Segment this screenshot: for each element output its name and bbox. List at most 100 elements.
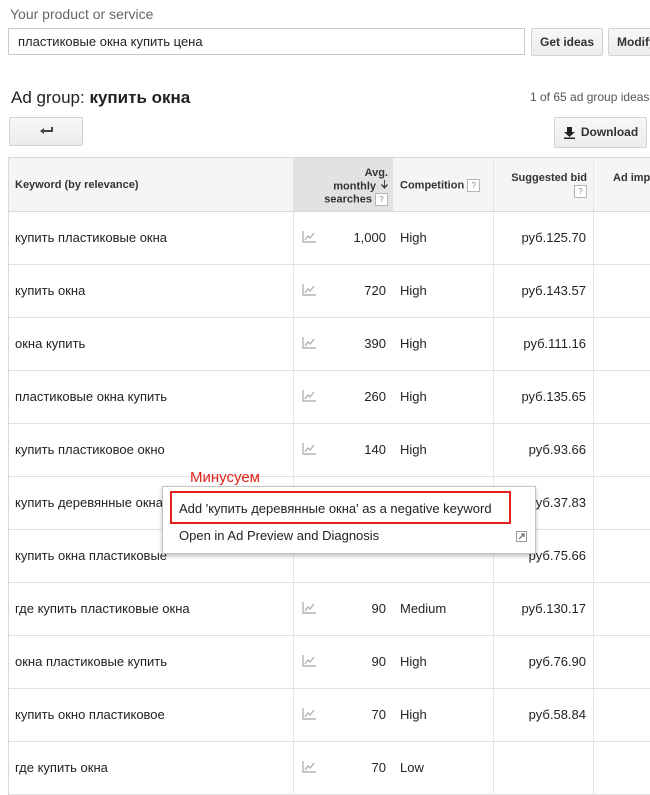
trend-chart-icon[interactable]	[302, 761, 316, 773]
ad-impr-cell	[593, 477, 650, 529]
header-volume-line2: monthly	[333, 180, 376, 193]
header-volume-line2-row: monthly	[293, 180, 388, 193]
keyword-cell[interactable]: где купить окна	[9, 742, 293, 794]
ad-impr-cell	[593, 265, 650, 317]
help-icon[interactable]: ?	[574, 185, 587, 198]
header-competition-label: Competition	[400, 179, 465, 192]
volume-cell: 70	[293, 689, 393, 741]
trend-chart-icon[interactable]	[302, 390, 316, 402]
help-icon[interactable]: ?	[467, 179, 481, 192]
trend-chart-icon[interactable]	[302, 655, 316, 667]
keyword-cell[interactable]: купить окно пластиковое	[9, 689, 293, 741]
volume-value: 90	[371, 654, 386, 669]
annotation-label: Минусуем	[190, 469, 260, 486]
trend-chart-icon[interactable]	[302, 337, 316, 349]
keyword-cell[interactable]: купить окна	[9, 265, 293, 317]
ad-impr-cell	[593, 742, 650, 794]
table-row[interactable]: купить пластиковое окно 140 High руб.93.66	[9, 424, 650, 477]
adgroup-title: Ad group: купить окна	[11, 88, 190, 108]
adgroup-name: купить окна	[89, 88, 191, 107]
trend-chart-icon[interactable]	[302, 284, 316, 296]
table-row[interactable]: где купить окна 70 Low	[9, 742, 650, 795]
sort-down-icon	[381, 180, 388, 193]
product-search-input[interactable]	[8, 28, 525, 55]
competition-cell: High	[400, 654, 427, 669]
competition-cell: High	[400, 707, 427, 722]
ad-impr-cell	[593, 212, 650, 264]
trend-chart-icon[interactable]	[302, 602, 316, 614]
modify-button[interactable]: Modify	[608, 28, 650, 56]
volume-value: 70	[371, 760, 386, 775]
suggested-bid-cell: руб.143.57	[493, 265, 593, 317]
volume-cell: 140	[293, 424, 393, 476]
adgroup-prefix: Ad group:	[11, 88, 90, 107]
header-competition[interactable]: Competition?	[393, 158, 493, 211]
keyword-cell[interactable]: пластиковые окна купить	[9, 371, 293, 423]
competition-cell: High	[400, 336, 427, 351]
volume-value: 390	[364, 336, 386, 351]
menu-open-ad-preview[interactable]: Open in Ad Preview and Diagnosis	[179, 528, 379, 543]
volume-cell: 70	[293, 742, 393, 794]
volume-value: 70	[371, 707, 386, 722]
volume-cell: 90	[293, 583, 393, 635]
product-label: Your product or service	[10, 6, 154, 22]
suggested-bid-cell: руб.135.65	[493, 371, 593, 423]
trend-chart-icon[interactable]	[302, 708, 316, 720]
volume-value: 1,000	[353, 230, 386, 245]
annotation-highlight-box	[170, 491, 511, 524]
volume-cell: 720	[293, 265, 393, 317]
table-row[interactable]: купить окна 720 High руб.143.57	[9, 265, 650, 318]
suggested-bid-cell: руб.125.70	[493, 212, 593, 264]
get-ideas-button[interactable]: Get ideas	[531, 28, 603, 56]
suggested-bid-cell	[493, 742, 593, 794]
table-row[interactable]: купить пластиковые окна 1,000 High руб.125.…	[9, 212, 650, 265]
download-label: Download	[580, 125, 639, 139]
header-avg-monthly-searches[interactable]: Avg. monthly searches?	[293, 158, 393, 211]
header-ad-impr-share[interactable]: Ad impr	[593, 158, 650, 211]
ad-impr-cell	[593, 424, 650, 476]
competition-cell: High	[400, 442, 427, 457]
keyword-cell[interactable]: где купить пластиковые окна	[9, 583, 293, 635]
volume-value: 140	[364, 442, 386, 457]
suggested-bid-cell: руб.93.66	[493, 424, 593, 476]
external-link-icon	[516, 531, 527, 542]
volume-cell: 90	[293, 636, 393, 688]
ad-impr-cell	[593, 371, 650, 423]
table-row[interactable]: где купить пластиковые окна 90 Medium руб.1…	[9, 583, 650, 636]
keyword-cell[interactable]: окна пластиковые купить	[9, 636, 293, 688]
download-button[interactable]: Download	[554, 117, 647, 148]
suggested-bid-cell: руб.76.90	[493, 636, 593, 688]
header-keyword[interactable]: Keyword (by relevance)	[9, 158, 293, 211]
ad-impr-cell	[593, 530, 650, 582]
table-row[interactable]: окна пластиковые купить 90 High руб.76.90	[9, 636, 650, 689]
competition-cell: High	[400, 389, 427, 404]
adgroup-pager: 1 of 65 ad group ideas	[530, 90, 650, 104]
volume-cell: 390	[293, 318, 393, 370]
suggested-bid-cell: руб.111.16	[493, 318, 593, 370]
trend-chart-icon[interactable]	[302, 443, 316, 455]
ad-impr-cell	[593, 689, 650, 741]
keyword-cell[interactable]: купить пластиковые окна	[9, 212, 293, 264]
table-row[interactable]: окна купить 390 High руб.111.16	[9, 318, 650, 371]
volume-cell: 1,000	[293, 212, 393, 264]
competition-cell: Medium	[400, 601, 447, 616]
volume-cell: 260	[293, 371, 393, 423]
header-suggested-bid[interactable]: Suggested bid ?	[493, 158, 593, 211]
table-row[interactable]: купить окно пластиковое 70 High руб.58.84	[9, 689, 650, 742]
volume-value: 90	[371, 601, 386, 616]
ad-impr-cell	[593, 318, 650, 370]
competition-cell: High	[400, 283, 427, 298]
volume-value: 720	[364, 283, 386, 298]
help-icon[interactable]: ?	[375, 193, 388, 207]
header-volume-line3-row: searches?	[293, 193, 388, 207]
keyword-cell[interactable]: окна купить	[9, 318, 293, 370]
volume-value: 260	[364, 389, 386, 404]
table-row[interactable]: пластиковые окна купить 260 High руб.135.65	[9, 371, 650, 424]
keyword-table: Keyword (by relevance) Avg. monthly sear…	[8, 157, 650, 795]
table-header: Keyword (by relevance) Avg. monthly sear…	[9, 158, 650, 212]
suggested-bid-cell: руб.58.84	[493, 689, 593, 741]
header-bid-line1: Suggested bid	[511, 172, 587, 184]
back-button[interactable]	[9, 117, 83, 146]
header-volume-line3: searches	[324, 193, 372, 206]
trend-chart-icon[interactable]	[302, 231, 316, 243]
